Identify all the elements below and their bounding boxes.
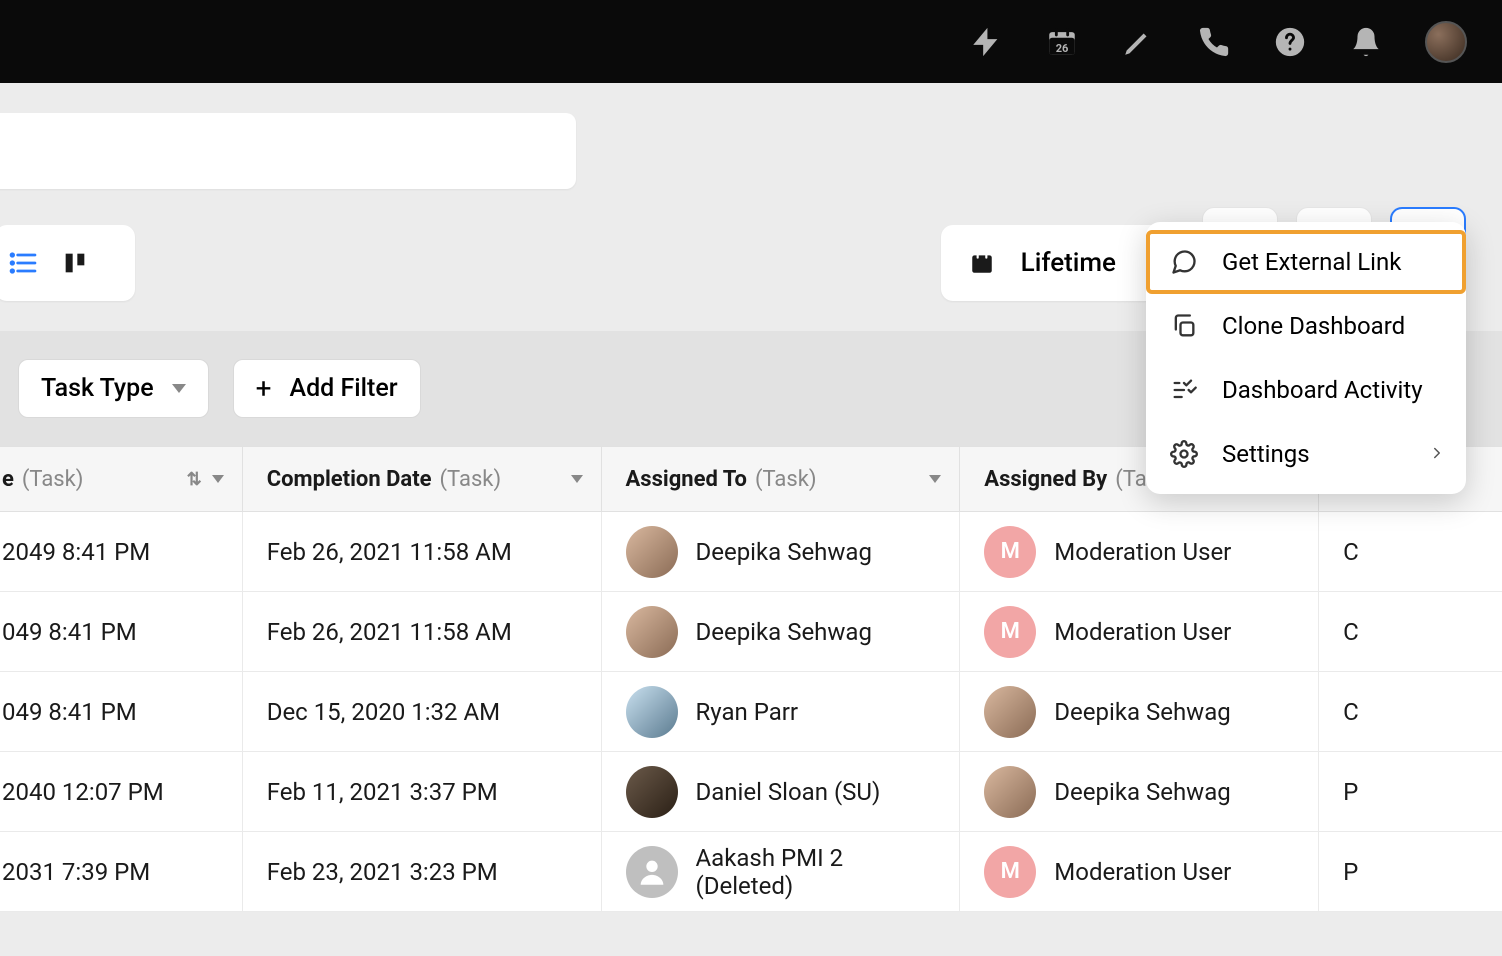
cell-status: C [1319, 592, 1502, 671]
menu-settings[interactable]: Settings [1146, 422, 1466, 486]
chevron-down-icon [212, 475, 224, 483]
avatar: M [984, 526, 1036, 578]
filter-label: Task Type [41, 374, 154, 403]
user-name: Ryan Parr [696, 698, 799, 726]
task-type-filter[interactable]: Task Type [18, 359, 209, 418]
cell-assigned-by: M Moderation User [960, 832, 1319, 911]
search-input[interactable] [0, 113, 576, 189]
date-range-button[interactable]: Lifetime [941, 225, 1166, 301]
table-row[interactable]: 2031 7:39 PMFeb 23, 2021 3:23 PM Aakash P… [0, 832, 1502, 912]
chevron-down-icon [172, 384, 186, 393]
cell-time: 2031 7:39 PM [0, 832, 243, 911]
activity-icon [1170, 376, 1198, 404]
filter-label: Add Filter [290, 374, 398, 403]
user-name: Deepika Sehwag [1054, 698, 1230, 726]
cell-assigned-to: Deepika Sehwag [602, 512, 961, 591]
user-name: Deepika Sehwag [696, 618, 872, 646]
cell-time: 049 8:41 PM [0, 672, 243, 751]
menu-label: Settings [1222, 440, 1310, 468]
column-header[interactable]: e(Task) ⇅ [0, 447, 243, 511]
calendar-icon[interactable]: 26 [1045, 25, 1079, 59]
menu-clone-dashboard[interactable]: Clone Dashboard [1146, 294, 1466, 358]
plus-icon: + [256, 375, 272, 403]
calendar-day-label: 26 [1056, 42, 1069, 55]
cell-assigned-to: Ryan Parr [602, 672, 961, 751]
clone-icon [1170, 312, 1198, 340]
user-name: Aakash PMI 2 (Deleted) [696, 844, 936, 900]
chevron-right-icon [1428, 440, 1446, 468]
sort-icon: ⇅ [187, 469, 202, 490]
user-name: Deepika Sehwag [696, 538, 872, 566]
table-row[interactable]: 2049 8:41 PMFeb 26, 2021 11:58 AM Deepika… [0, 512, 1502, 592]
calendar-icon [969, 250, 995, 276]
avatar [626, 526, 678, 578]
task-table: e(Task) ⇅ Completion Date(Task) Assigned… [0, 446, 1502, 912]
cell-time: 049 8:41 PM [0, 592, 243, 671]
edit-icon[interactable] [1121, 25, 1155, 59]
board-view-icon[interactable] [61, 249, 89, 277]
table-row[interactable]: 2040 12:07 PMFeb 11, 2021 3:37 PM Daniel … [0, 752, 1502, 832]
bell-icon[interactable] [1349, 25, 1383, 59]
cell-completion: Dec 15, 2020 1:32 AM [243, 672, 602, 751]
cell-assigned-by: M Moderation User [960, 512, 1319, 591]
cell-assigned-by: Deepika Sehwag [960, 752, 1319, 831]
link-icon [1170, 248, 1198, 276]
cell-assigned-to: Aakash PMI 2 (Deleted) [602, 832, 961, 911]
cell-time: 2049 8:41 PM [0, 512, 243, 591]
help-icon[interactable] [1273, 25, 1307, 59]
user-name: Moderation User [1054, 618, 1231, 646]
user-name: Moderation User [1054, 538, 1231, 566]
chevron-down-icon [929, 475, 941, 483]
cell-status: P [1319, 832, 1502, 911]
menu-label: Dashboard Activity [1222, 376, 1423, 404]
bolt-icon[interactable] [969, 25, 1003, 59]
table-row[interactable]: 049 8:41 PMDec 15, 2020 1:32 AM Ryan Parr… [0, 672, 1502, 752]
avatar [984, 686, 1036, 738]
date-range-label: Lifetime [1021, 248, 1116, 278]
avatar: M [984, 846, 1036, 898]
avatar: M [984, 606, 1036, 658]
phone-icon[interactable] [1197, 25, 1231, 59]
chevron-down-icon [571, 475, 583, 483]
cell-assigned-by: M Moderation User [960, 592, 1319, 671]
list-view-icon[interactable] [7, 247, 39, 279]
cell-status: C [1319, 672, 1502, 751]
add-filter-button[interactable]: + Add Filter [233, 359, 421, 418]
cell-assigned-by: Deepika Sehwag [960, 672, 1319, 751]
menu-label: Get External Link [1222, 248, 1401, 276]
cell-completion: Feb 23, 2021 3:23 PM [243, 832, 602, 911]
avatar [626, 606, 678, 658]
user-name: Deepika Sehwag [1054, 778, 1230, 806]
avatar [984, 766, 1036, 818]
menu-label: Clone Dashboard [1222, 312, 1405, 340]
menu-dashboard-activity[interactable]: Dashboard Activity [1146, 358, 1466, 422]
app-header: 26 [0, 0, 1502, 83]
user-avatar[interactable] [1425, 21, 1467, 63]
view-toggle[interactable] [0, 225, 135, 301]
cell-completion: Feb 11, 2021 3:37 PM [243, 752, 602, 831]
cell-completion: Feb 26, 2021 11:58 AM [243, 512, 602, 591]
user-name: Moderation User [1054, 858, 1231, 886]
menu-get-external-link[interactable]: Get External Link [1146, 230, 1466, 294]
avatar [626, 686, 678, 738]
column-header[interactable]: Completion Date(Task) [243, 447, 602, 511]
column-header[interactable]: Assigned To(Task) [602, 447, 961, 511]
table-row[interactable]: 049 8:41 PMFeb 26, 2021 11:58 AM Deepika … [0, 592, 1502, 672]
cell-assigned-to: Daniel Sloan (SU) [602, 752, 961, 831]
cell-time: 2040 12:07 PM [0, 752, 243, 831]
user-name: Daniel Sloan (SU) [696, 778, 881, 806]
more-menu-dropdown: Get External Link Clone Dashboard Dashbo… [1146, 222, 1466, 494]
cell-completion: Feb 26, 2021 11:58 AM [243, 592, 602, 671]
cell-status: P [1319, 752, 1502, 831]
cell-status: C [1319, 512, 1502, 591]
gear-icon [1170, 440, 1198, 468]
avatar [626, 766, 678, 818]
avatar [626, 846, 678, 898]
cell-assigned-to: Deepika Sehwag [602, 592, 961, 671]
